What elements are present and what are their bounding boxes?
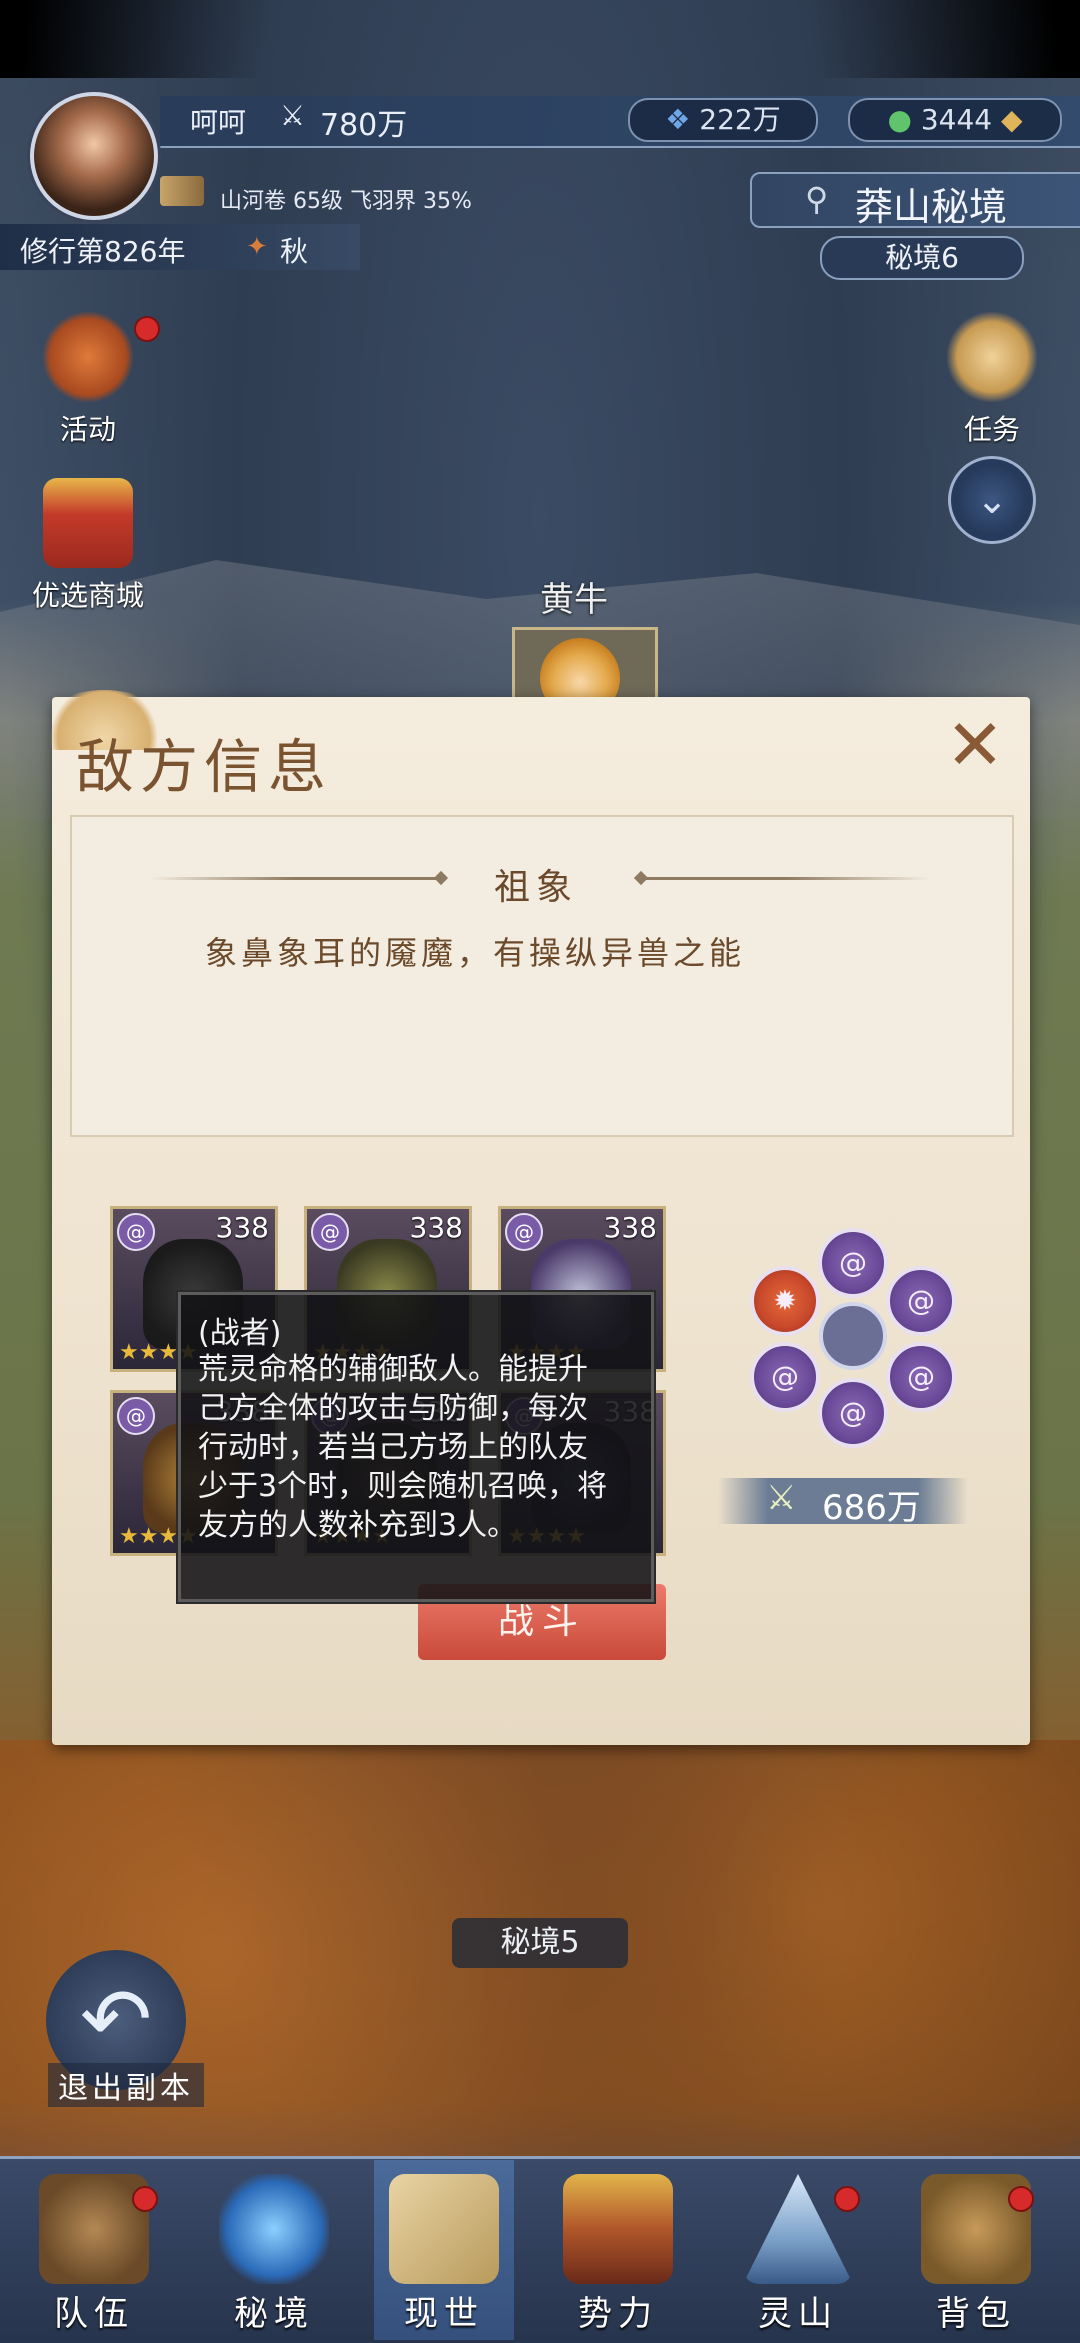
realm-title: 莽山秘境 — [855, 185, 1008, 229]
enemy-description: 象鼻象耳的魇魔，有操纵异兽之能 — [205, 934, 746, 972]
jade-icon: ● — [887, 103, 912, 136]
formation-wheel: @ ✹ @ @ @ @ — [742, 1224, 956, 1448]
team-notification-dot — [132, 2186, 158, 2212]
tooltip-description: 荒灵命格的辅御敌人。能提升己方全体的攻击与防御，每次行动时，若当己方场上的队友少… — [198, 1352, 608, 1543]
nav-world[interactable]: 现世 — [374, 2160, 514, 2340]
left-divider — [150, 877, 440, 880]
season-label: 秋 — [280, 235, 309, 268]
spiral-element-icon: @ — [311, 1213, 349, 1251]
player-combat-power: 780万 — [320, 108, 408, 143]
nav-bag-label: 背包 — [936, 2294, 1016, 2334]
expand-menu-button[interactable]: ⌄ — [948, 456, 1036, 544]
spiral-node-icon: @ — [886, 1266, 956, 1336]
nav-realm[interactable]: 秘境 — [204, 2160, 344, 2340]
fire-node-icon: ✹ — [750, 1266, 820, 1336]
npc-name: 黄牛 — [540, 580, 608, 620]
activity-notification-dot — [134, 316, 160, 342]
stage-label[interactable]: 秘境5 — [452, 1918, 628, 1968]
crystal-amount: 222万 — [699, 103, 781, 136]
add-jade-icon[interactable]: ◆ — [1001, 103, 1023, 136]
activity-label: 活动 — [59, 413, 116, 446]
nav-faction[interactable]: 势力 — [548, 2160, 688, 2340]
quest-label: 任务 — [963, 413, 1020, 446]
dialog-title: 敌方信息 — [76, 733, 333, 801]
gourd-icon — [43, 312, 133, 402]
card-level: 338 — [215, 1211, 269, 1244]
sword-power-icon: ⚔ — [280, 99, 306, 132]
spiral-element-icon: @ — [505, 1213, 543, 1251]
map-scroll-icon — [389, 2174, 499, 2284]
realm-icon: ⚲ — [805, 180, 829, 218]
player-avatar[interactable] — [30, 92, 158, 220]
card-level: 338 — [409, 1211, 463, 1244]
activity-button[interactable]: 活动 — [28, 312, 148, 448]
hat-icon — [39, 2174, 149, 2284]
exit-dungeon-label: 退出副本 — [48, 2063, 204, 2107]
scroll-icon — [160, 176, 204, 206]
sword-power-icon: ⚔ — [766, 1478, 797, 1518]
shop-button[interactable]: 优选商城 — [28, 478, 148, 614]
spiral-element-icon: @ — [117, 1213, 155, 1251]
crystal-icon: ❖ — [665, 103, 691, 136]
level-progress-text: 山河卷 65级 飞羽界 35% — [220, 189, 472, 214]
nav-spirit-mountain-label: 灵山 — [758, 2294, 838, 2334]
quest-button[interactable]: 任务 — [932, 312, 1052, 448]
nav-realm-label: 秘境 — [234, 2294, 314, 2334]
maple-leaf-icon: ✦ — [246, 232, 268, 262]
nav-team-label: 队伍 — [54, 2294, 134, 2334]
enemy-combat-power: 686万 — [822, 1488, 921, 1528]
spiral-element-icon: @ — [117, 1397, 155, 1435]
return-arrow-icon: ↶ — [79, 1970, 153, 2070]
gift-box-icon — [43, 478, 133, 568]
crystal-currency[interactable]: ❖ 222万 — [628, 98, 818, 142]
tooltip-role: (战者) — [198, 1316, 282, 1351]
realm-sub-level: 秘境6 — [820, 236, 1024, 280]
vortex-icon — [219, 2174, 329, 2284]
nav-world-label: 现世 — [404, 2294, 484, 2334]
card-level: 338 — [603, 1211, 657, 1244]
right-divider — [640, 877, 930, 880]
spiral-node-icon: @ — [886, 1342, 956, 1412]
formation-center-icon — [819, 1302, 887, 1370]
player-name: 呵呵 — [190, 106, 247, 139]
scroll-quest-icon — [947, 312, 1037, 402]
nav-faction-label: 势力 — [578, 2294, 658, 2334]
chevron-down-icon: ⌄ — [976, 478, 1008, 522]
shop-label: 优选商城 — [31, 579, 144, 612]
cultivation-year: 修行第826年 — [20, 235, 186, 268]
jade-amount: 3444 — [920, 103, 993, 136]
spiral-node-icon: @ — [750, 1342, 820, 1412]
close-button[interactable]: ✕ — [942, 710, 1008, 780]
enemy-name: 祖象 — [494, 867, 579, 908]
spirit-mountain-notification-dot — [834, 2186, 860, 2212]
palace-icon — [563, 2174, 673, 2284]
bag-notification-dot — [1008, 2186, 1034, 2212]
spiral-node-icon: @ — [818, 1378, 888, 1448]
jade-currency[interactable]: ● 3444 ◆ — [848, 98, 1062, 142]
spiral-node-icon: @ — [818, 1228, 888, 1298]
